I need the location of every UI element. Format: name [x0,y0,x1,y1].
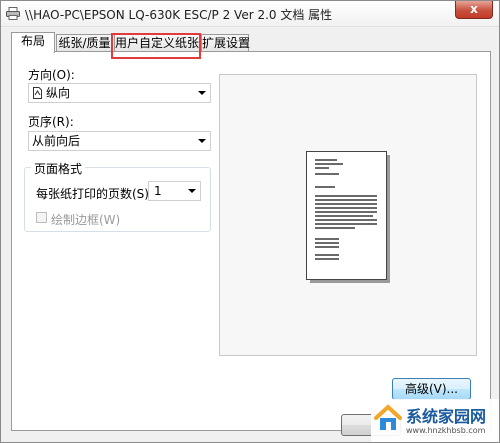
printer-icon [6,7,20,20]
page-preview-image [306,151,390,283]
house-logo-icon [374,404,402,430]
pages-per-sheet-value: 1 [154,184,162,198]
layout-preview [219,74,477,356]
orientation-label: 方向(O): [28,68,75,82]
draw-borders-checkbox[interactable] [36,212,47,223]
close-button[interactable]: x [455,1,493,19]
page-order-label: 页序(R): [28,115,74,129]
page-order-select[interactable]: 从前向后 [28,131,211,151]
watermark-url: www.hnzkhbsb.com [406,426,486,435]
draw-borders-label: 绘制边框(W) [51,213,121,227]
tab-extended-settings[interactable]: 扩展设置 [201,34,251,52]
page-format-title: 页面格式 [31,160,86,177]
chevron-down-icon [188,189,196,193]
tab-extended-settings-label: 扩展设置 [202,36,251,50]
orientation-select[interactable]: 纵向 [28,83,211,103]
tab-layout[interactable]: 布局 [11,32,55,53]
chevron-down-icon [198,91,206,95]
chevron-down-icon [198,139,206,143]
tab-custom-paper[interactable]: 用户自定义纸张 [114,34,200,52]
orientation-value: 纵向 [46,86,71,100]
pages-per-sheet-label: 每张纸打印的页数(S) [36,187,149,201]
tab-paper-quality-label: 纸张/质量 [58,36,111,50]
tab-paper-quality[interactable]: 纸张/质量 [56,34,113,52]
tab-layout-label: 布局 [20,34,45,48]
portrait-page-icon [33,87,42,99]
title-bar[interactable]: \\HAO-PC\EPSON LQ-630K ESC/P 2 Ver 2.0 文… [1,1,499,27]
window-title: \\HAO-PC\EPSON LQ-630K ESC/P 2 Ver 2.0 文… [25,8,333,22]
advanced-button[interactable]: 高级(V)... [392,378,471,400]
watermark: 系统家园网 www.hnzkhbsb.com [371,399,499,442]
pages-per-sheet-select[interactable]: 1 [148,181,201,201]
properties-dialog: \\HAO-PC\EPSON LQ-630K ESC/P 2 Ver 2.0 文… [0,0,500,443]
tab-custom-paper-label: 用户自定义纸张 [115,36,200,50]
watermark-title: 系统家园网 [406,407,487,426]
page-order-value: 从前向后 [32,134,81,148]
